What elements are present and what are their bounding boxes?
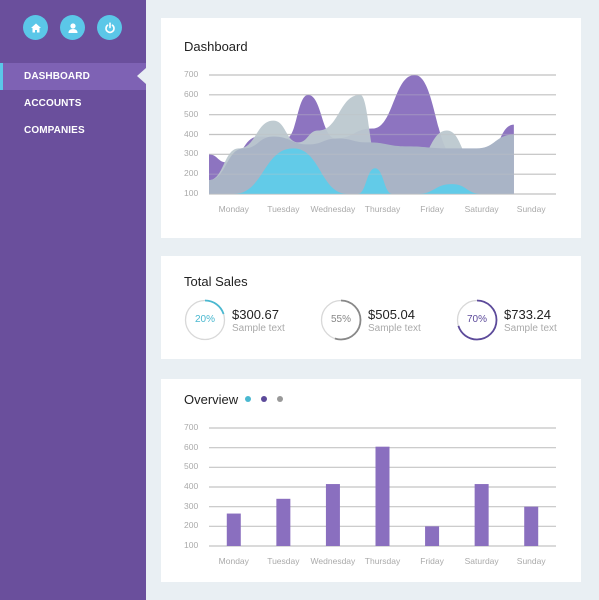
sidebar-item-accounts[interactable]: ACCOUNTS <box>0 90 146 117</box>
sales-stat: 55% $505.04 Sample text <box>320 299 421 341</box>
y-tick-label: 500 <box>184 461 199 472</box>
progress-ring: 55% <box>320 299 362 341</box>
y-tick-label: 200 <box>184 168 199 179</box>
bar-tuesday <box>276 498 291 546</box>
sidebar: DASHBOARD ACCOUNTS COMPANIES <box>0 0 146 600</box>
progress-percent: 20% <box>194 314 215 325</box>
y-tick-label: 700 <box>184 69 199 79</box>
y-tick-label: 500 <box>184 108 199 119</box>
bar-wednesday <box>325 484 340 546</box>
bar-friday <box>425 526 440 546</box>
y-tick-label: 700 <box>184 422 199 432</box>
bar-saturday <box>474 484 489 546</box>
home-icon <box>30 23 41 32</box>
bar-monday <box>226 513 241 546</box>
y-tick-label: 400 <box>184 128 199 139</box>
sales-sub: Sample text <box>504 322 557 334</box>
progress-ring: 20% <box>184 299 226 341</box>
user-icon <box>68 22 77 33</box>
bar-sunday <box>524 506 539 546</box>
home-button[interactable] <box>23 15 48 40</box>
power-icon <box>104 21 115 33</box>
bar-thursday <box>375 446 390 546</box>
sales-value: $733.24 <box>504 306 551 322</box>
sales-sub: Sample text <box>232 322 285 334</box>
y-tick-label: 100 <box>184 188 199 198</box>
y-tick-label: 200 <box>184 520 199 531</box>
progress-ring: 70% <box>456 299 498 341</box>
sales-value: $300.67 <box>232 306 279 322</box>
y-tick-label: 100 <box>184 540 199 550</box>
total-sales-title: Total Sales <box>184 274 248 289</box>
sales-sub: Sample text <box>368 322 421 334</box>
power-button[interactable] <box>97 15 122 40</box>
sidebar-item-companies[interactable]: COMPANIES <box>0 117 146 144</box>
sidebar-item-dashboard[interactable]: DASHBOARD <box>0 63 146 90</box>
y-tick-label: 400 <box>184 481 199 491</box>
x-tick-label: Sunday <box>516 556 546 566</box>
sales-stat: 20% $300.67 Sample text <box>184 299 285 341</box>
overview-card: Overview 700 600 500 400 300 200 100 Monday Tues… <box>161 379 581 582</box>
sales-stat: 70% $733.24 Sample text <box>456 299 557 341</box>
y-tick-label: 300 <box>184 148 199 159</box>
sales-value: $505.04 <box>368 306 415 322</box>
total-sales-card: Total Sales 20% $300.67 Sample text 55% $… <box>161 256 581 359</box>
dashboard-card: Dashboard 700 600 500 400 300 200 100 Monday Tue… <box>161 18 581 238</box>
y-tick-label: 600 <box>184 441 199 452</box>
x-tick-label: Sunday <box>516 204 546 214</box>
sidebar-top-icons <box>23 15 122 40</box>
user-button[interactable] <box>60 15 85 40</box>
sidebar-nav: DASHBOARD ACCOUNTS COMPANIES <box>0 63 146 144</box>
y-tick-label: 600 <box>184 88 199 99</box>
progress-percent: 55% <box>330 314 351 325</box>
progress-percent: 70% <box>466 314 487 325</box>
y-tick-label: 300 <box>184 500 199 511</box>
